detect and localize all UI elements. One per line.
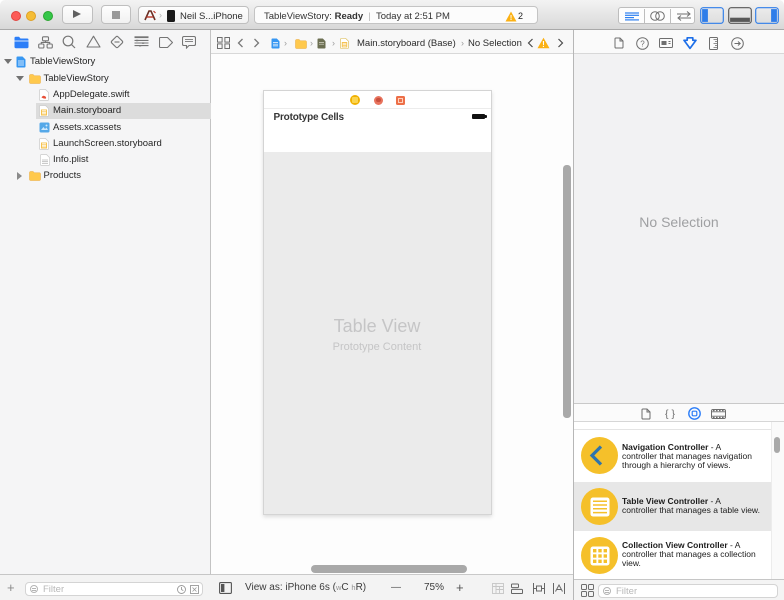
- svg-text:!: !: [510, 15, 512, 22]
- svg-text:!: !: [542, 40, 545, 49]
- svg-text:?: ?: [640, 39, 645, 48]
- svg-text:{ }: { }: [665, 408, 675, 419]
